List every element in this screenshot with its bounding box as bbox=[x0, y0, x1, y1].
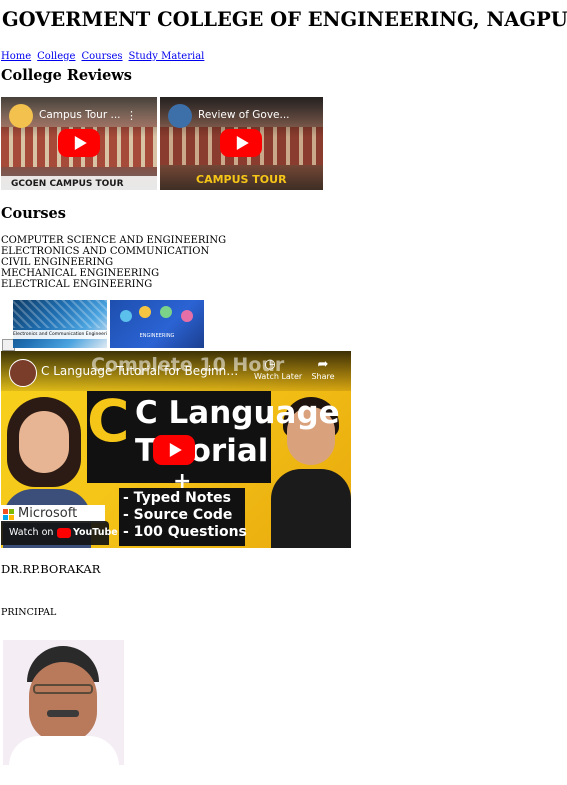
share-button[interactable]: ➦ Share bbox=[309, 357, 337, 382]
ece-course-image: Electronics and Communication Engineerin… bbox=[13, 300, 107, 348]
nav-link-study-material[interactable]: Study Material bbox=[129, 51, 205, 62]
watch-on-youtube-button[interactable]: Watch on YouTube bbox=[1, 521, 118, 545]
principal-name: DR.RP.BORAKAR bbox=[1, 562, 101, 576]
nav-link-college[interactable]: College bbox=[37, 51, 75, 62]
principal-photo bbox=[3, 640, 124, 765]
play-button-icon[interactable] bbox=[153, 435, 195, 465]
course-list: COMPUTER SCIENCE AND ENGINEERING ELECTRO… bbox=[1, 235, 226, 290]
reviews-heading: College Reviews bbox=[1, 67, 132, 84]
video-title: Campus Tour ... bbox=[39, 109, 121, 121]
channel-avatar bbox=[168, 104, 192, 128]
nav-link-courses[interactable]: Courses bbox=[81, 51, 122, 62]
bullet-box: - Typed Notes - Source Code - 100 Questi… bbox=[119, 488, 247, 546]
engineering-course-image: ENGINEERING bbox=[110, 300, 204, 348]
share-icon: ➦ bbox=[317, 357, 329, 372]
course-item: ELECTRONICS AND COMMUNICATION bbox=[1, 246, 210, 257]
page-title: GOVERMENT COLLEGE OF ENGINEERING, NAGPUR bbox=[2, 8, 567, 31]
thumbnail-caption: GCOEN CAMPUS TOUR bbox=[11, 179, 124, 189]
review-video-2[interactable]: Review of Gove... CAMPUS TOUR bbox=[160, 97, 323, 190]
microsoft-label: Microsoft bbox=[18, 506, 78, 521]
watch-later-label: Watch Later bbox=[254, 372, 303, 381]
channel-avatar bbox=[9, 359, 37, 387]
courses-heading: Courses bbox=[1, 205, 66, 222]
play-button-icon[interactable] bbox=[220, 129, 262, 157]
play-button-icon[interactable] bbox=[58, 129, 100, 157]
bullet-item: - Typed Notes bbox=[123, 490, 231, 506]
video-title: C Language Tutorial for Beginners (wit..… bbox=[41, 364, 241, 378]
bullet-item: - Source Code bbox=[123, 507, 233, 523]
image-caption: Electronics and Communication Engineerin… bbox=[13, 330, 107, 339]
top-nav: Home College Courses Study Material bbox=[1, 44, 210, 63]
more-options-icon[interactable]: ⋮ bbox=[126, 109, 137, 122]
c-tutorial-video[interactable]: Complete 10 Hour C Language Tutorial for… bbox=[1, 351, 351, 548]
course-item: COMPUTER SCIENCE AND ENGINEERING bbox=[1, 235, 227, 246]
course-item: ELECTRICAL ENGINEERING bbox=[1, 279, 153, 290]
review-video-1[interactable]: Campus Tour ... ⋮ GCOEN CAMPUS TOUR bbox=[1, 97, 157, 190]
glasses bbox=[33, 684, 93, 694]
video-title: Review of Gove... bbox=[198, 109, 290, 121]
c-letter: C bbox=[87, 387, 130, 455]
nav-link-home[interactable]: Home bbox=[1, 51, 31, 62]
youtube-logo-icon bbox=[57, 528, 71, 538]
headline-line1: C Language bbox=[135, 395, 340, 431]
image-caption: ENGINEERING bbox=[139, 333, 175, 339]
thumbnail-caption: CAMPUS TOUR bbox=[196, 173, 287, 186]
watch-on-label: Watch on bbox=[9, 527, 54, 538]
youtube-label: YouTube bbox=[73, 527, 118, 538]
clock-icon: ◷ bbox=[264, 357, 276, 372]
bullet-item: - 100 Questions bbox=[123, 524, 247, 540]
course-item: CIVIL ENGINEERING bbox=[1, 257, 114, 268]
course-item: MECHANICAL ENGINEERING bbox=[1, 268, 160, 279]
channel-avatar bbox=[9, 104, 33, 128]
principal-role: PRINCIPAL bbox=[1, 607, 57, 618]
share-label: Share bbox=[311, 372, 335, 381]
watch-later-button[interactable]: ◷ Watch Later bbox=[254, 357, 303, 382]
